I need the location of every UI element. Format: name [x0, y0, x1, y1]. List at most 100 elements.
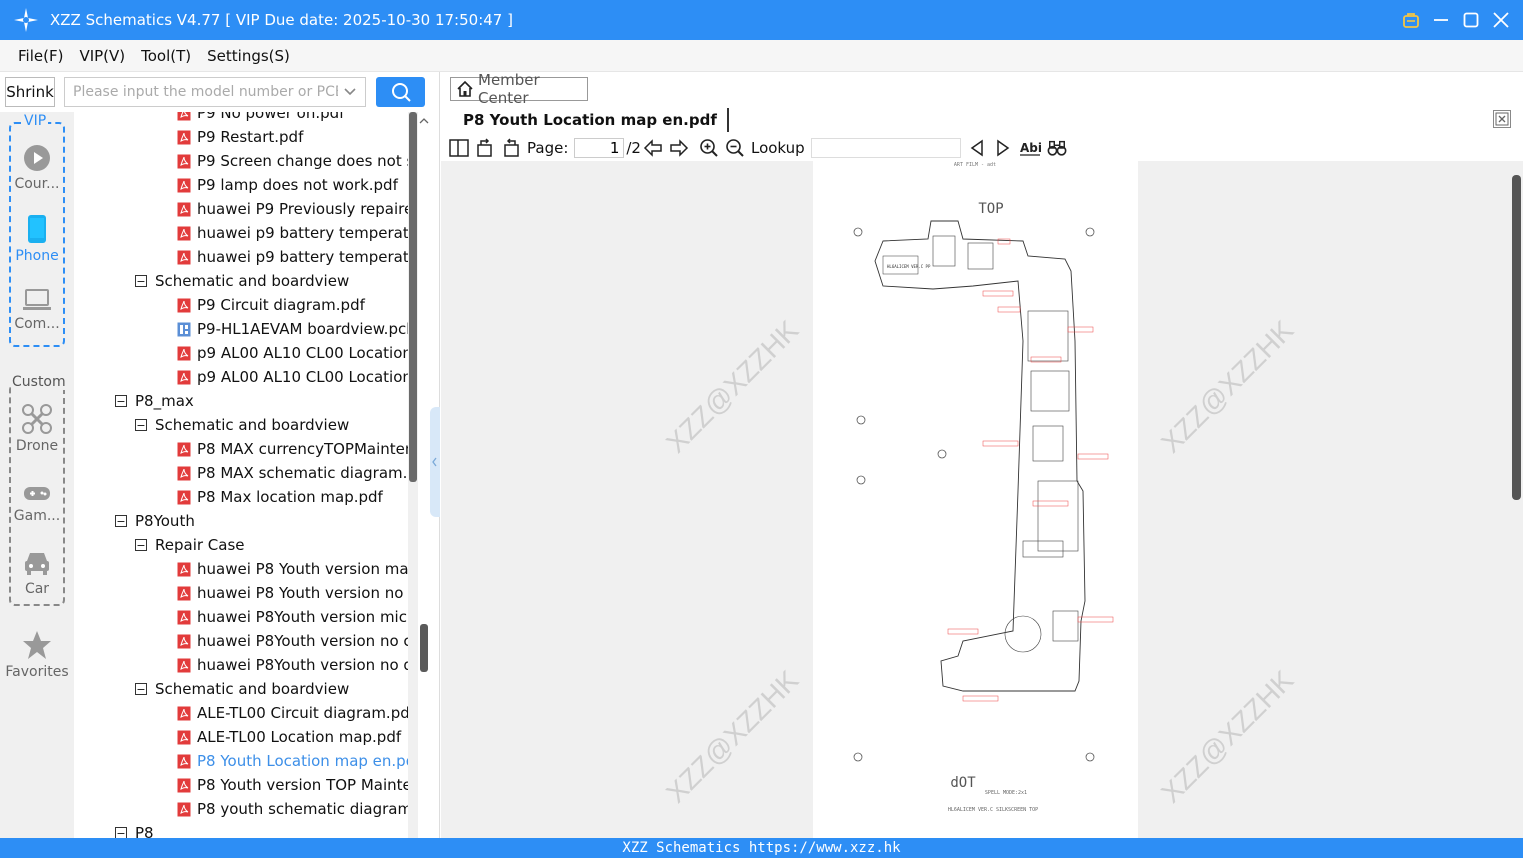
match-case-icon[interactable]: Abi — [1019, 138, 1041, 158]
tree-file[interactable]: P8 Youth Location map en.pdf — [177, 749, 408, 773]
tree-item-label: p9 AL00 AL10 CL00 Location ma — [197, 368, 408, 386]
collapse-toggle-icon[interactable]: − — [135, 683, 147, 695]
custom-group-label: Custom — [11, 374, 67, 390]
tree-folder[interactable]: − Schematic and boardview — [135, 677, 349, 701]
gamepad-icon — [24, 487, 50, 500]
tree-file[interactable]: P9 Circuit diagram.pdf — [177, 293, 365, 317]
tree-file[interactable]: huawei P8 Youth version no pc — [177, 581, 408, 605]
tree-file[interactable]: p9 AL00 AL10 CL00 Location ma — [177, 341, 408, 365]
model-search-input[interactable] — [73, 84, 338, 100]
doc-tab[interactable]: P8 Youth Location map en.pdf — [453, 108, 729, 132]
tree-file[interactable]: huawei P8Youth version no cha — [177, 629, 408, 653]
pane-splitter[interactable] — [430, 407, 440, 517]
binoculars-icon[interactable] — [1047, 138, 1067, 158]
tree-file[interactable]: P9 lamp does not work.pdf — [177, 173, 398, 197]
find-next-icon[interactable] — [993, 138, 1013, 158]
tree-file[interactable]: p9 AL00 AL10 CL00 Location ma — [177, 365, 408, 389]
tree-folder[interactable]: − P8 — [115, 821, 154, 838]
scroll-up-icon[interactable] — [419, 116, 429, 126]
chevron-down-icon[interactable] — [343, 85, 357, 104]
tree-file[interactable]: huawei P8 Youth version main — [177, 557, 408, 581]
rotate-right-icon[interactable] — [501, 138, 521, 158]
tree-file[interactable]: P8 Youth version TOP Maintena — [177, 773, 408, 797]
minimize-icon[interactable] — [1431, 10, 1451, 30]
tree-file[interactable]: P8 youth schematic diagram.pd — [177, 797, 408, 821]
close-icon[interactable] — [1491, 10, 1511, 30]
tree-file[interactable]: ALE-TL00 Location map.pdf — [177, 725, 401, 749]
collapse-toggle-icon[interactable]: − — [135, 275, 147, 287]
tree-folder[interactable]: − Repair Case — [135, 533, 245, 557]
rail-item-games[interactable]: Gam... — [4, 482, 70, 524]
title-bar: XZZ Schematics V4.77 [ VIP Due date: 202… — [0, 0, 1523, 40]
pdf-file-icon — [177, 586, 191, 601]
star-icon — [23, 631, 51, 659]
shrink-button[interactable]: Shrink — [5, 77, 55, 107]
member-center-button[interactable]: Member Center — [450, 71, 588, 107]
pdf-file-icon — [177, 130, 191, 145]
tree-outer-scrollbar[interactable] — [419, 112, 429, 838]
tree-file[interactable]: P8 Max location map.pdf — [177, 485, 383, 509]
page-header: ART FILM - adt — [954, 162, 996, 168]
tree-file[interactable]: P9-HL1AEVAM boardview.pcb — [177, 317, 408, 341]
tree-item-label: P9 Circuit diagram.pdf — [197, 296, 365, 314]
rotate-left-icon[interactable] — [475, 138, 495, 158]
tree-item-label: P9 No power on.pdf — [197, 112, 345, 122]
maximize-icon[interactable] — [1461, 10, 1481, 30]
viewer-scrollbar[interactable] — [1510, 161, 1523, 838]
menu-file[interactable]: File(F) — [18, 47, 63, 65]
close-document-icon[interactable] — [1493, 110, 1511, 128]
zoom-out-icon[interactable] — [725, 138, 745, 158]
sidebar-toggle-icon[interactable] — [449, 138, 469, 158]
tree-folder[interactable]: − P8Youth — [115, 509, 195, 533]
zoom-in-icon[interactable] — [699, 138, 719, 158]
menu-vip[interactable]: VIP(V) — [79, 47, 125, 65]
car-icon — [25, 553, 49, 575]
collapse-toggle-icon[interactable]: − — [115, 827, 127, 838]
rail-item-car[interactable]: Car — [4, 549, 70, 597]
viewer-scrollbar-thumb[interactable] — [1512, 175, 1521, 500]
pdf-file-icon — [177, 802, 191, 817]
menu-settings[interactable]: Settings(S) — [207, 47, 290, 65]
tree-file[interactable]: huawei P9 Previously repaired I — [177, 197, 408, 221]
rail-item-favorites[interactable]: Favorites — [4, 630, 70, 680]
collapse-toggle-icon[interactable]: − — [115, 515, 127, 527]
next-page-icon[interactable] — [669, 138, 689, 158]
tree-file[interactable]: P8 MAX currencyTOPMaintenar — [177, 437, 408, 461]
rail-item-phone[interactable]: Phone — [4, 214, 70, 264]
rail-item-courses[interactable]: Cour... — [4, 144, 70, 192]
tree-file[interactable]: huawei P8Youth version microp — [177, 605, 408, 629]
rail-item-computer[interactable]: Com... — [4, 288, 70, 332]
model-search-combo[interactable] — [64, 77, 366, 107]
tree-file[interactable]: huawei p9 battery temperature — [177, 245, 408, 269]
menu-tool[interactable]: Tool(T) — [141, 47, 191, 65]
pdf-file-icon — [177, 466, 191, 481]
tree-scrollbar[interactable] — [408, 112, 418, 838]
tree-folder[interactable]: − Schematic and boardview — [135, 413, 349, 437]
tree-scrollbar-thumb[interactable] — [409, 112, 417, 482]
tree-file[interactable]: P9 Restart.pdf — [177, 125, 303, 149]
page-number-input[interactable] — [574, 138, 625, 158]
find-prev-icon[interactable] — [967, 138, 987, 158]
pdf-viewer[interactable]: XZZ@XZZHK XZZ@XZZHK XZZ@XZZHK XZZ@XZZHK … — [441, 161, 1510, 838]
search-button[interactable] — [376, 77, 425, 107]
tree-outer-scrollbar-thumb[interactable] — [420, 624, 428, 672]
tree-file[interactable]: P9 Screen change does not star — [177, 149, 408, 173]
home-icon — [456, 80, 474, 98]
collapse-toggle-icon[interactable]: − — [115, 395, 127, 407]
tree-file[interactable]: ALE-TL00 Circuit diagram.pdf — [177, 701, 408, 725]
tree-item-label: huawei P9 Previously repaired I — [197, 200, 408, 218]
tree-folder[interactable]: − Schematic and boardview — [135, 269, 349, 293]
tree-file[interactable]: huawei p9 battery temperature — [177, 221, 408, 245]
prev-page-icon[interactable] — [643, 138, 663, 158]
vip-bag-icon[interactable] — [1401, 10, 1421, 30]
lookup-input[interactable] — [810, 138, 961, 158]
tree-folder[interactable]: − P8_max — [115, 389, 194, 413]
collapse-toggle-icon[interactable]: − — [135, 539, 147, 551]
tree-file[interactable]: huawei P8Youth version no dis — [177, 653, 408, 677]
tree-file[interactable]: P8 MAX schematic diagram.pdf — [177, 461, 408, 485]
collapse-toggle-icon[interactable]: − — [135, 419, 147, 431]
rail-item-drone[interactable]: Drone — [4, 404, 70, 454]
tree-file[interactable]: P9 No power on.pdf — [177, 112, 344, 125]
tree-item-label: Schematic and boardview — [155, 680, 350, 698]
watermark: XZZ@XZZHK — [660, 664, 805, 809]
